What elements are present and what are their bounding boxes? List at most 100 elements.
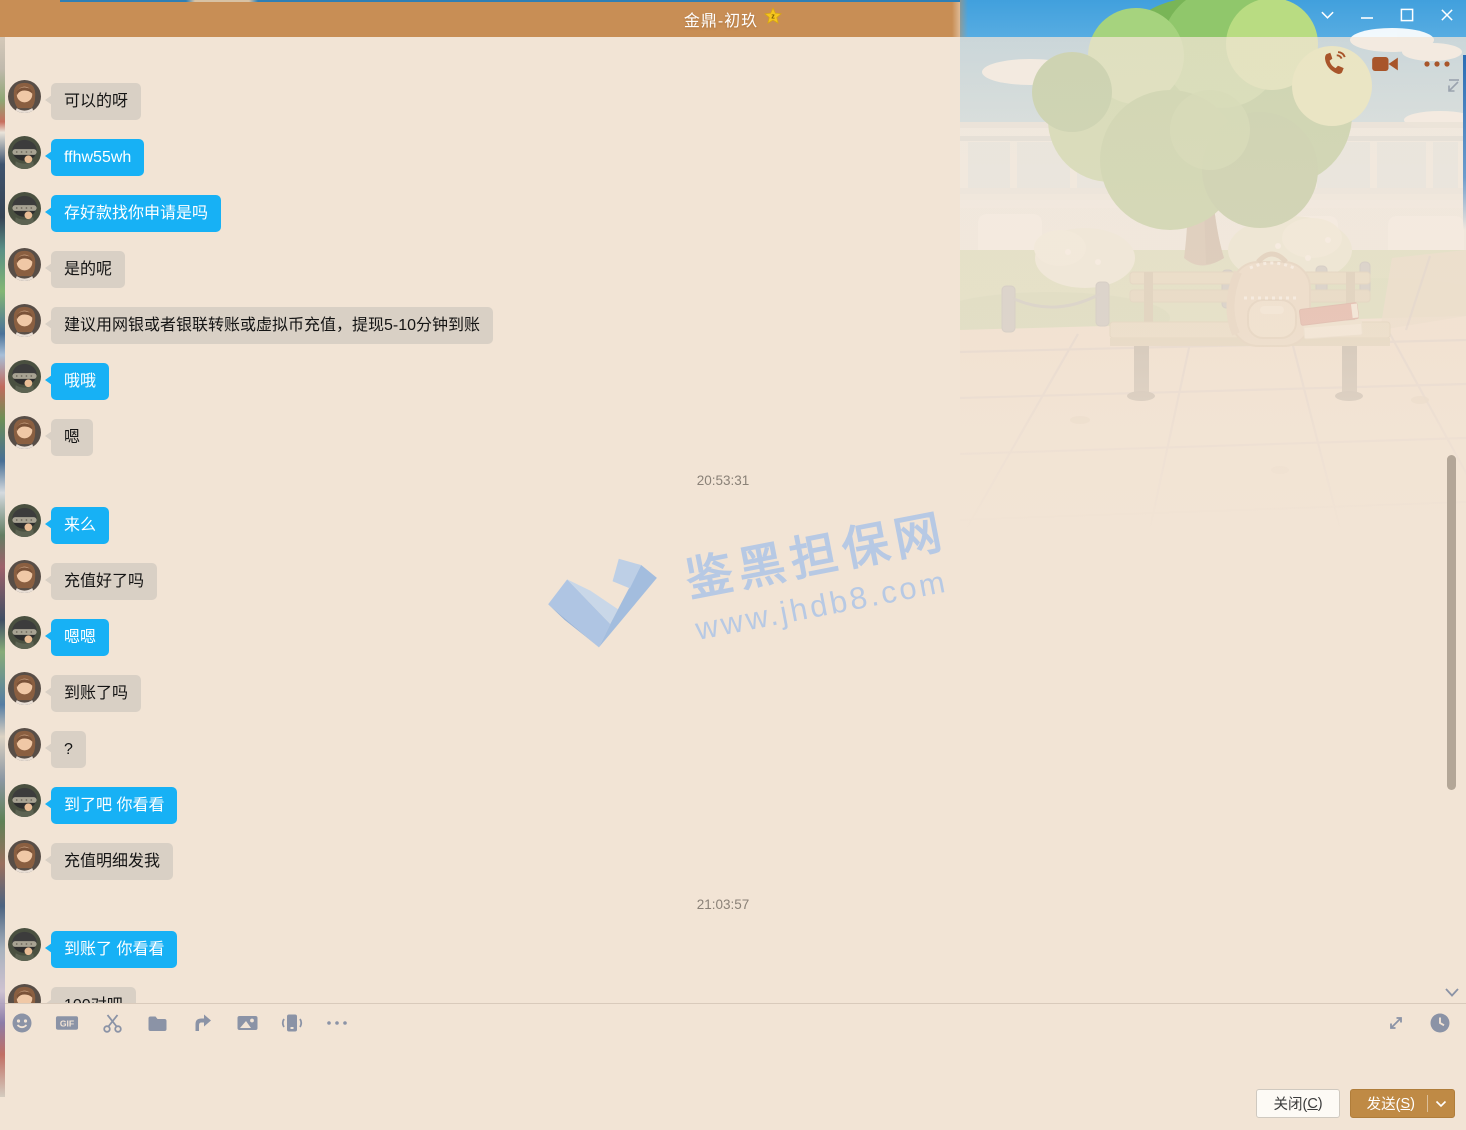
message-bubble[interactable]: 嗯 [51,419,93,456]
maximize-icon[interactable] [1392,2,1422,28]
message-row: 到账了吗 [0,672,1446,712]
background-window-sliver-top [60,0,960,2]
message-text: ? [64,740,73,760]
file-folder-icon[interactable] [145,1011,169,1035]
picture-icon[interactable] [235,1011,259,1035]
avatar[interactable] [8,672,41,705]
vip-star-badge: z [764,7,782,30]
timestamp: 21:03:57 [697,897,750,912]
message-bubble[interactable]: 充值明细发我 [51,843,173,880]
message-text: 嗯 [64,428,80,448]
message-row: 到了吧 你看看 [0,784,1446,824]
gif-icon[interactable]: GIF [55,1011,79,1035]
compose-panel: GIF [0,1003,1466,1130]
chat-area: 可以的呀 ffhw55wh [0,37,1466,1003]
message-text: 来么 [64,516,96,536]
message-row: 充值明细发我 [0,840,1446,880]
avatar[interactable] [8,192,41,225]
timestamp: 20:53:31 [697,473,750,488]
message-row: 到账了 你看看 [0,928,1446,968]
message-row: ? [0,728,1446,768]
minimize-icon[interactable] [1352,2,1382,28]
screenshot-scissors-icon[interactable] [100,1011,124,1035]
message-row: 是的呢 [0,248,1446,288]
message-bubble[interactable]: 到账了 你看看 [51,931,177,968]
message-text: 是的呢 [64,260,112,280]
message-bubble[interactable]: 建议用网银或者银联转账或虚拟币充值，提现5-10分钟到账 [51,307,493,344]
avatar[interactable] [8,248,41,281]
more-actions-icon[interactable] [1422,50,1452,78]
window-title: 金鼎-初玖 [684,7,758,31]
emoji-icon[interactable] [10,1011,34,1035]
video-call-icon[interactable] [1370,50,1400,78]
message-text: 存好款找你申请是吗 [64,204,208,224]
send-button[interactable]: 发送(S) [1350,1089,1455,1118]
message-bubble[interactable]: 到账了吗 [51,675,141,712]
message-row: 建议用网银或者银联转账或虚拟币充值，提现5-10分钟到账 [0,304,1446,344]
svg-text:GIF: GIF [60,1018,74,1028]
message-text: 建议用网银或者银联转账或虚拟币充值，提现5-10分钟到账 [64,316,480,336]
message-row: 嗯 [0,416,1446,456]
title-wrap: 金鼎-初玖 z [0,0,1466,37]
close-icon[interactable] [1432,2,1462,28]
message-text: 到账了吗 [64,684,128,704]
message-bubble[interactable]: 可以的呀 [51,83,141,120]
message-bubble[interactable]: 是的呢 [51,251,125,288]
message-text: ffhw55wh [64,148,131,168]
message-bubble[interactable]: 嗯嗯 [51,619,109,656]
share-forward-icon[interactable] [190,1011,214,1035]
avatar[interactable] [8,80,41,113]
avatar[interactable] [8,560,41,593]
expand-window-icon[interactable] [1384,1011,1408,1035]
close-chat-button[interactable]: 关闭(C) [1256,1089,1339,1118]
voice-call-icon[interactable] [1318,50,1348,78]
avatar[interactable] [8,304,41,337]
message-text: 到账了 你看看 [64,940,164,960]
timestamp-row: 21:03:57 [0,896,1446,914]
message-input[interactable] [8,1044,1448,1086]
footer-buttons: 关闭(C) 发送(S) [1256,1089,1455,1118]
avatar[interactable] [8,728,41,761]
compose-toolbar-right [1384,1011,1452,1035]
message-text: 哦哦 [64,372,96,392]
scroll-to-top-icon[interactable] [1444,76,1462,94]
avatar[interactable] [8,504,41,537]
message-row: 存好款找你申请是吗 [0,192,1446,232]
message-text: 嗯嗯 [64,628,96,648]
avatar[interactable] [8,416,41,449]
message-bubble[interactable]: 到了吧 你看看 [51,787,177,824]
scrollbar-thumb[interactable] [1447,455,1456,790]
message-text: 可以的呀 [64,92,128,112]
window-controls [1312,0,1462,30]
scroll-down-icon[interactable] [1444,986,1460,1000]
svg-text:z: z [771,12,775,21]
window-shake-icon[interactable] [280,1011,304,1035]
message-bubble[interactable]: 存好款找你申请是吗 [51,195,221,232]
message-row: 哦哦 [0,360,1446,400]
more-tools-icon[interactable] [325,1011,349,1035]
avatar[interactable] [8,360,41,393]
avatar[interactable] [8,840,41,873]
message-bubble[interactable]: 哦哦 [51,363,109,400]
send-label: 发送(S) [1351,1090,1427,1117]
avatar[interactable] [8,136,41,169]
message-row: 可以的呀 [0,80,1446,120]
send-options-chevron-icon[interactable] [1428,1090,1454,1117]
message-bubble[interactable]: ? [51,731,86,768]
chat-history-clock-icon[interactable] [1428,1011,1452,1035]
message-bubble[interactable]: 来么 [51,507,109,544]
message-row: 充值好了吗 [0,560,1446,600]
message-row: ffhw55wh [0,136,1446,176]
avatar[interactable] [8,928,41,961]
chat-actions [1318,50,1452,78]
qq-chat-window: 金鼎-初玖 z [0,0,1466,1130]
avatar[interactable] [8,784,41,817]
message-list: 可以的呀 ffhw55wh [0,80,1446,1096]
message-text: 充值明细发我 [64,852,160,872]
message-bubble[interactable]: ffhw55wh [51,139,144,176]
message-bubble[interactable]: 充值好了吗 [51,563,157,600]
collapse-chevron-icon[interactable] [1312,2,1342,28]
close-label: 关闭( [1273,1093,1307,1114]
timestamp-row: 20:53:31 [0,472,1446,490]
avatar[interactable] [8,616,41,649]
